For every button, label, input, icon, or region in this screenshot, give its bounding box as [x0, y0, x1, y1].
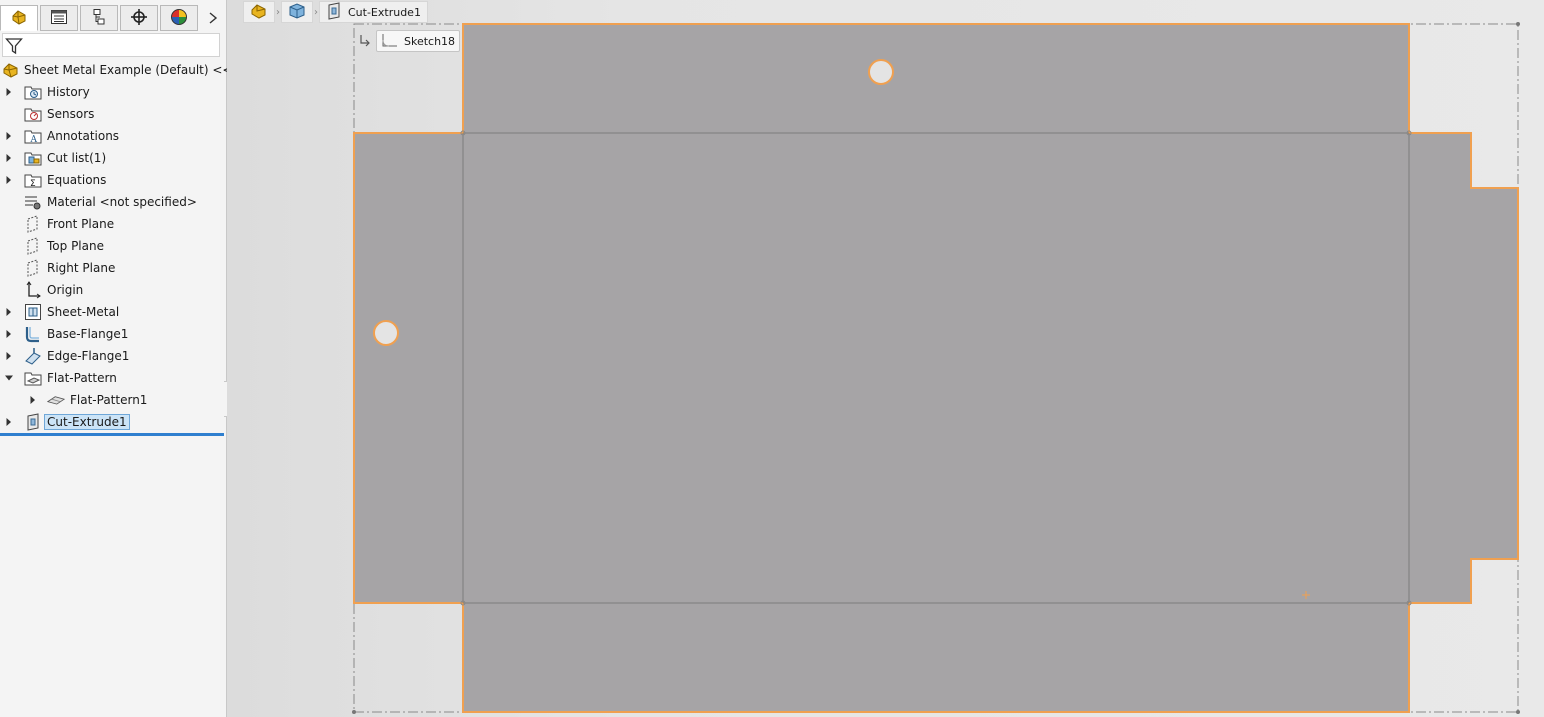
sketch-arrow-icon: [358, 33, 372, 50]
breadcrumb-separator-icon: ›: [276, 6, 280, 18]
flat-pattern-drawing: [352, 22, 1520, 714]
breadcrumb-separator-icon: ›: [314, 6, 318, 18]
cut-extrude-icon: [326, 1, 342, 23]
sheet-metal-face[interactable]: [353, 23, 1519, 713]
sketch-tag-label: Sketch18: [404, 34, 456, 48]
hole-top[interactable]: [868, 59, 894, 85]
breadcrumb-part[interactable]: [243, 1, 275, 23]
solid-body-icon: [288, 2, 306, 23]
breadcrumb-feature[interactable]: Cut-Extrude1: [319, 1, 428, 23]
breadcrumb-feature-label: Cut-Extrude1: [348, 5, 421, 19]
breadcrumb-body[interactable]: [281, 1, 313, 23]
breadcrumb: › › Cut-Extrude1: [243, 1, 428, 23]
sketch-tag[interactable]: Sketch18: [358, 30, 461, 52]
sketch-tag-box[interactable]: Sketch18: [376, 30, 461, 52]
hole-left[interactable]: [373, 320, 399, 346]
part-icon: [250, 2, 268, 23]
sketch-icon: [380, 32, 400, 51]
